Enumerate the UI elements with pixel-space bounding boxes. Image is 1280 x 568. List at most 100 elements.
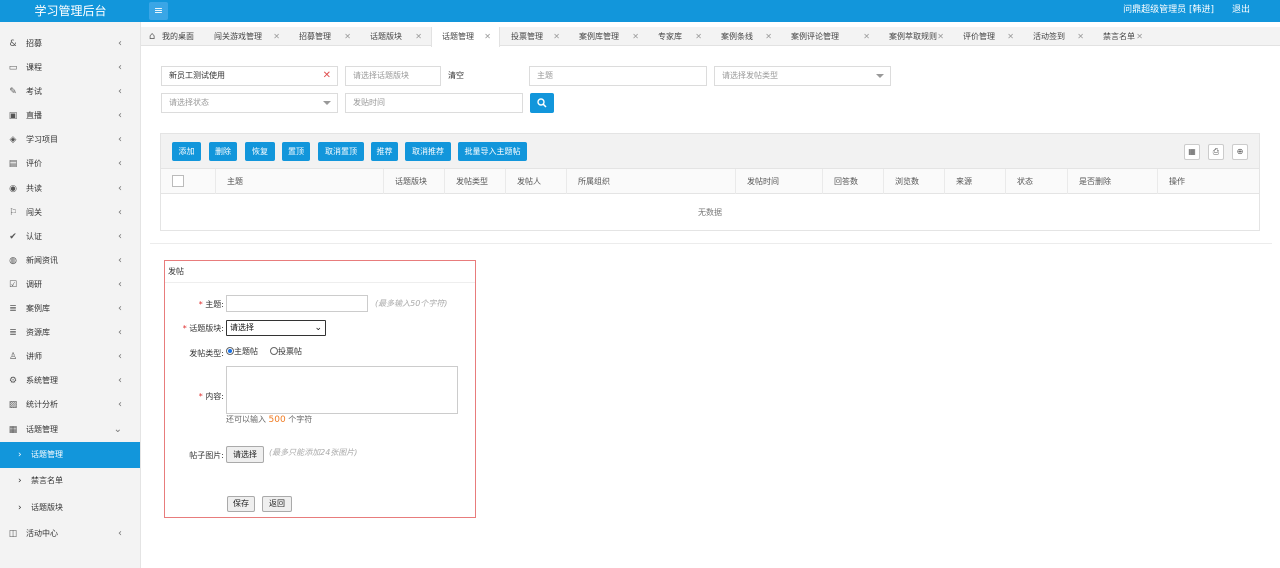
select-all-checkbox[interactable] [172,175,184,187]
toolbar-button[interactable]: 删除 [209,142,237,161]
sidebar-item[interactable]: ≣ 案例库 ‹ [0,297,140,321]
toolbar-button[interactable]: 取消推荐 [405,142,451,161]
board-label: * 话题版块: [182,324,224,333]
sidebar-item[interactable]: ✎ 考试 ‹ [0,80,140,104]
sidebar-item[interactable]: ✔ 认证 ‹ [0,225,140,249]
column-header: 发帖人 [505,169,566,194]
sidebar-subitem[interactable]: › 禁言名单 [0,468,140,495]
sidebar-item[interactable]: ☑ 调研 ‹ [0,273,140,297]
subject-input[interactable] [226,295,368,312]
sidebar-item[interactable]: ≣ 资源库 ‹ [0,321,140,345]
close-icon[interactable]: ✕ [765,27,772,46]
sidebar-subitem-label: 禁言名单 [31,476,63,486]
post-type-select[interactable]: 请选择发帖类型 [714,66,891,86]
content-textarea[interactable] [226,366,458,414]
toolbar-button[interactable]: 置顶 [282,142,310,161]
tab-label: 招募管理 [299,32,331,41]
sidebar-item[interactable]: ⚐ 闯关 ‹ [0,201,140,225]
status-select[interactable]: 请选择状态 [161,93,338,113]
tab[interactable]: 活动签到 ✕ [1023,27,1092,46]
close-icon[interactable]: ✕ [695,27,702,46]
columns-icon[interactable]: ▦ [1184,144,1200,160]
clear-org-icon[interactable]: ✕ [323,67,331,85]
close-icon[interactable]: ✕ [273,27,280,46]
sidebar-item[interactable]: ▤ 评价 ‹ [0,152,140,176]
database-icon: ≣ [9,328,17,339]
close-icon[interactable]: ✕ [1007,27,1014,46]
menu-toggle-icon[interactable]: ≡ [149,2,168,20]
sidebar-item[interactable]: ◍ 新闻资讯 ‹ [0,249,140,273]
chevron-down-icon [323,101,331,105]
tab[interactable]: 禁言名单 ✕ [1093,27,1151,46]
toolbar-button[interactable]: 推荐 [371,142,398,161]
radio-vote-post[interactable]: 投票帖 [270,347,302,357]
tab-bar: ⌂ 我的桌面 闯关游戏管理 ✕ 招募管理 ✕ 话题版块 ✕ 话题管理 ✕ 投票管理 ✕ 案例库管理 ✕ 专家… [141,27,1280,47]
board-filter-select[interactable]: 请选择话题版块 [345,66,441,86]
tab[interactable]: 评价管理 ✕ [953,27,1022,46]
toolbar-button[interactable]: 添加 [172,142,201,161]
sidebar-subitem[interactable]: › 话题版块 [0,495,140,522]
close-icon[interactable]: ✕ [553,27,560,46]
chevron-down-icon [876,74,884,78]
post-time-input[interactable]: 发贴时间 [345,93,523,113]
print-icon[interactable]: ⎙ [1208,144,1224,160]
radio-topic-post[interactable]: 主题帖 [226,347,258,357]
toolbar-button[interactable]: 恢复 [245,142,275,161]
chevron-left-icon: ‹ [118,158,122,170]
sidebar-item-label: 考试 [26,87,42,97]
sidebar-item[interactable]: ▭ 课程 ‹ [0,56,140,80]
sidebar-item[interactable]: & 招募 ‹ [0,32,140,56]
chevron-left-icon: ‹ [118,375,122,387]
chevron-down-icon: ⌄ [113,423,122,435]
choose-image-button[interactable]: 请选择 [226,446,264,463]
tab[interactable]: 闯关游戏管理 ✕ [204,27,288,46]
close-icon[interactable]: ✕ [1136,27,1143,46]
close-icon[interactable]: ✕ [863,27,870,46]
back-button[interactable]: 返回 [262,496,292,512]
board-select[interactable]: 请选择 ⌄ [226,320,326,336]
close-icon[interactable]: ✕ [937,27,944,46]
topic-search-input[interactable]: 主题 [529,66,707,86]
sidebar-item[interactable]: ▨ 统计分析 ‹ [0,393,140,417]
tab[interactable]: 投票管理 ✕ [501,27,568,46]
close-icon[interactable]: ✕ [632,27,639,46]
post-type-placeholder: 请选择发帖类型 [722,71,778,80]
sidebar-subitem[interactable]: › 话题管理 [0,441,140,469]
close-icon[interactable]: ✕ [415,27,422,46]
sidebar-item[interactable]: ◫ 活动中心 ‹ [0,522,140,546]
sidebar-item[interactable]: ◉ 共读 ‹ [0,177,140,201]
sidebar-item[interactable]: ▣ 直播 ‹ [0,104,140,128]
tab[interactable]: 话题版块 ✕ [360,27,430,46]
close-icon[interactable]: ✕ [484,27,491,46]
tab[interactable]: 话题管理 ✕ [431,27,500,47]
tab-label: 评价管理 [963,32,995,41]
tab[interactable]: 专家库 ✕ [648,27,710,46]
tab[interactable]: 招募管理 ✕ [289,27,359,46]
org-filter-input[interactable]: 新员工测试使用 ✕ [161,66,338,86]
close-icon[interactable]: ✕ [1077,27,1084,46]
close-icon[interactable]: ✕ [344,27,351,46]
column-header: 主题 [215,169,383,194]
column-header: 浏览数 [883,169,944,194]
edit-icon: ✎ [9,87,17,98]
save-button[interactable]: 保存 [227,496,255,512]
sidebar-item[interactable]: ♙ 讲师 ‹ [0,345,140,369]
current-user[interactable]: 问鼎超级管理员 [韩进] [1123,0,1214,20]
tab[interactable]: ⌂ 我的桌面 [141,27,203,46]
tab[interactable]: 案例评论管理 ✕ [781,27,878,46]
logout-link[interactable]: 退出 [1232,0,1250,20]
top-bar: 学习管理后台 ≡ 问鼎超级管理员 [韩进] 退出 [0,0,1280,22]
export-icon[interactable]: ⊕ [1232,144,1248,160]
clear-filters-link[interactable]: 清空 [448,66,464,86]
sidebar-item[interactable]: ▦ 话题管理 ⌄ [0,418,140,442]
search-button[interactable] [530,93,554,113]
tab[interactable]: 案例库管理 ✕ [569,27,647,46]
tab[interactable]: 案例萃取规则 ✕ [879,27,952,46]
sidebar-item[interactable]: ◈ 学习项目 ‹ [0,128,140,152]
sidebar-item-label: 系统管理 [26,376,58,386]
tab[interactable]: 案例条线 ✕ [711,27,780,46]
chevron-left-icon: ‹ [118,206,122,218]
sidebar-item[interactable]: ⚙ 系统管理 ‹ [0,369,140,393]
toolbar-button[interactable]: 批量导入主题帖 [458,142,527,161]
toolbar-button[interactable]: 取消置顶 [318,142,364,161]
